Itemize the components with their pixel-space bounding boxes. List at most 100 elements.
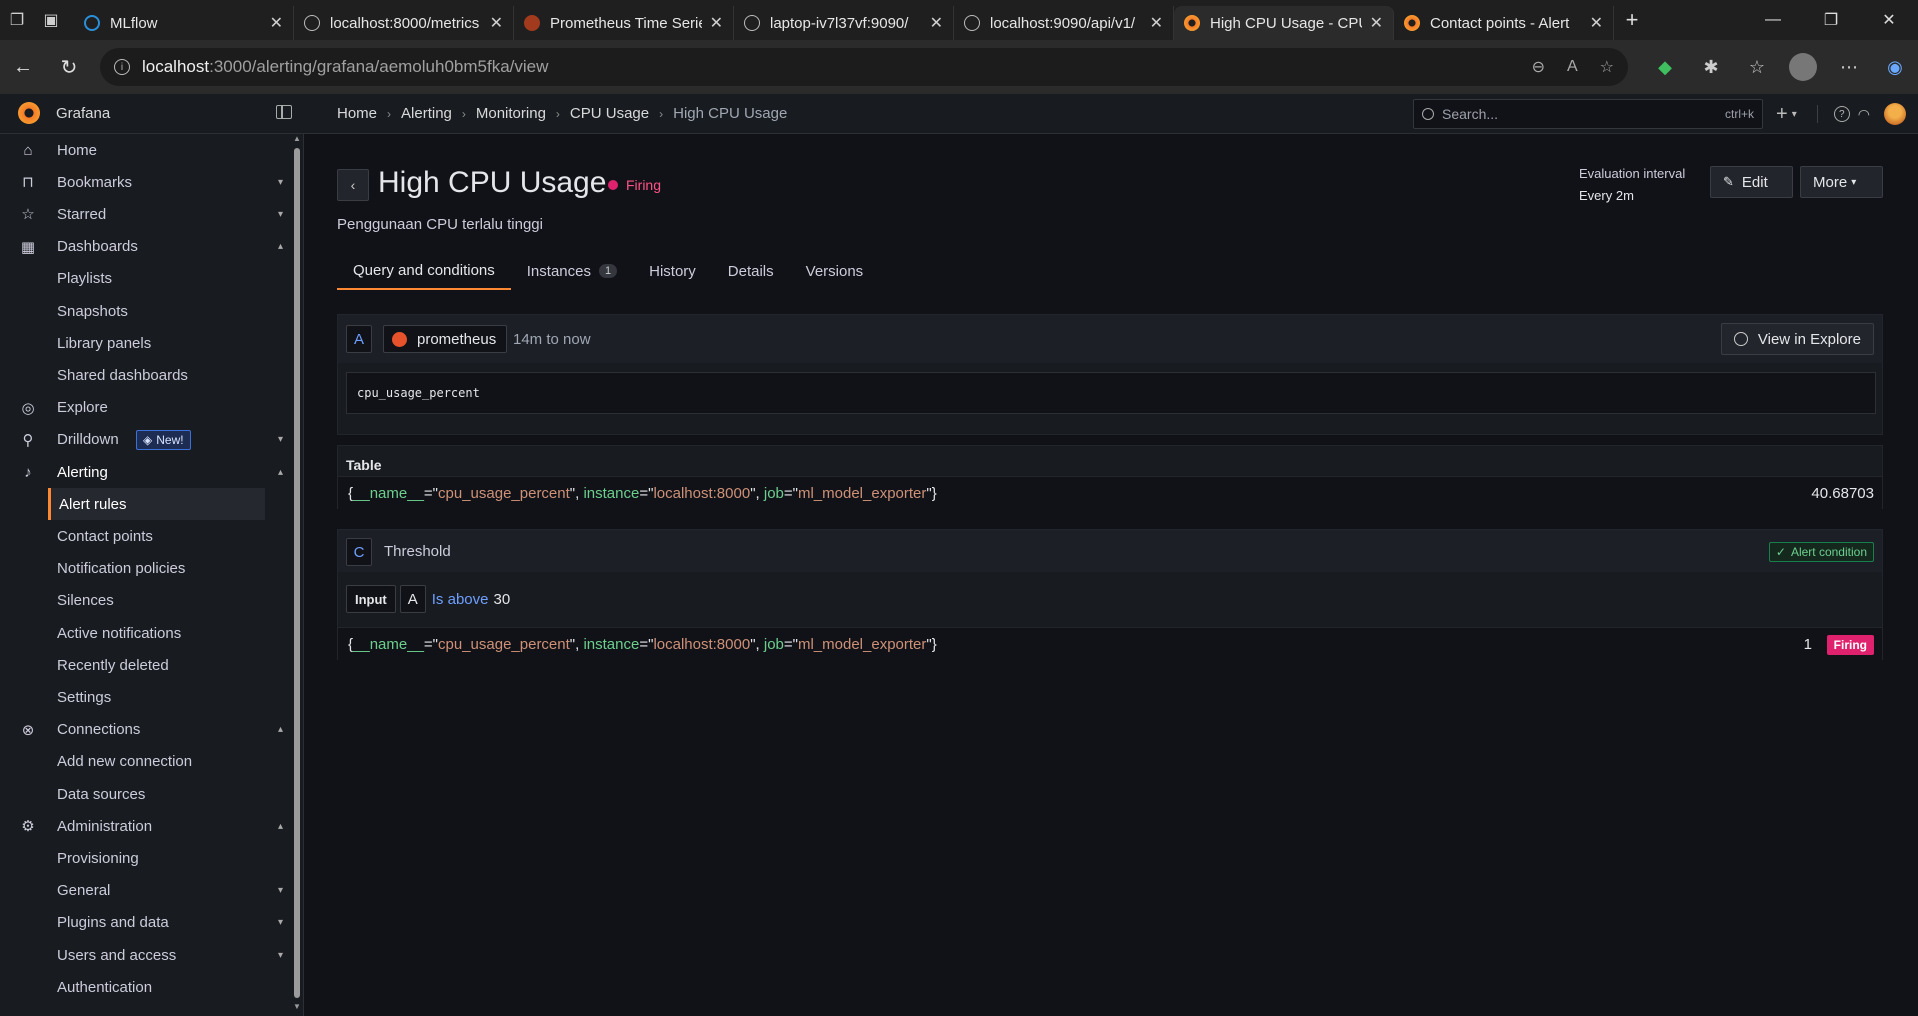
tab-instances[interactable]: Instances 1 — [511, 252, 633, 290]
address-bar[interactable]: i localhost:3000/alerting/grafana/aemolu… — [100, 48, 1628, 86]
window-controls: — ❐ ✕ — [1744, 0, 1918, 40]
sidebar-item-users-and-access[interactable]: Users and access ▾ — [0, 939, 290, 971]
breadcrumb-item[interactable]: Alerting — [401, 105, 452, 122]
search-bar[interactable]: ctrl+k — [1413, 99, 1763, 129]
chevron-down-icon[interactable]: ▾ — [1792, 109, 1797, 120]
close-window-icon[interactable]: ✕ — [1860, 0, 1918, 40]
close-tab-icon[interactable]: ✕ — [710, 13, 723, 33]
sidebar-item-library-panels[interactable]: Library panels — [0, 327, 290, 359]
breadcrumb-item[interactable]: Home — [337, 105, 377, 122]
edit-button[interactable]: ✎ Edit — [1710, 166, 1793, 198]
sidebar-item-alerting[interactable]: ♪ Alerting ▴ — [0, 456, 290, 488]
sidebar-item-bookmarks[interactable]: ⊓ Bookmarks ▾ — [0, 166, 290, 198]
sidebar-scrollbar[interactable] — [294, 148, 300, 998]
extension-shield-icon[interactable]: ◆ — [1642, 57, 1688, 78]
close-tab-icon[interactable]: ✕ — [930, 13, 943, 33]
sidebar-item-playlists[interactable]: Playlists — [0, 263, 290, 295]
add-icon[interactable]: + — [1776, 103, 1788, 126]
tab-actions-icon[interactable]: ▣ — [34, 0, 68, 40]
sidebar-item-home[interactable]: ⌂ Home — [0, 134, 290, 166]
browser-tab[interactable]: localhost:8000/metrics ✕ — [294, 6, 514, 40]
chevron-down-icon[interactable]: ▾ — [278, 209, 283, 220]
browser-tab[interactable]: Prometheus Time Series ✕ — [514, 6, 734, 40]
favorite-star-icon[interactable]: ☆ — [1600, 57, 1614, 77]
user-avatar[interactable] — [1883, 103, 1906, 125]
tab-label: Versions — [805, 262, 864, 280]
sidebar-item-authentication[interactable]: Authentication — [0, 971, 290, 1003]
copilot-icon[interactable]: ◉ — [1872, 57, 1918, 78]
chevron-down-icon[interactable]: ▾ — [278, 434, 283, 445]
search-input[interactable] — [1442, 106, 1725, 122]
favorites-icon[interactable]: ☆ — [1734, 57, 1780, 78]
sidebar-item-alert-rules[interactable]: Alert rules — [48, 488, 265, 521]
close-tab-icon[interactable]: ✕ — [270, 13, 283, 33]
help-icon[interactable]: ? — [1833, 106, 1850, 122]
restore-icon[interactable]: ❐ — [1802, 0, 1860, 40]
new-tab-button[interactable]: + — [1614, 0, 1650, 40]
sidebar-item-general[interactable]: General ▾ — [0, 875, 290, 907]
sidebar-item-provisioning[interactable]: Provisioning — [0, 842, 290, 874]
reload-icon[interactable]: ↻ — [46, 40, 92, 94]
breadcrumb-item[interactable]: CPU Usage — [570, 105, 649, 122]
sidebar-item-connections[interactable]: ⊗ Connections ▴ — [0, 714, 290, 746]
sidebar-item-add-new-connection[interactable]: Add new connection — [0, 746, 290, 778]
news-feed-icon[interactable]: ◠ — [1858, 106, 1870, 123]
sidebar-item-administration[interactable]: ⚙ Administration ▴ — [0, 810, 290, 842]
scroll-down-icon[interactable]: ▼ — [292, 1002, 302, 1011]
sidebar-item-data-sources[interactable]: Data sources — [0, 778, 290, 810]
close-tab-icon[interactable]: ✕ — [490, 13, 503, 33]
site-info-icon[interactable]: i — [114, 59, 130, 75]
view-in-explore-button[interactable]: View in Explore — [1720, 323, 1874, 355]
browser-tab[interactable]: Contact points - Alert ✕ — [1394, 6, 1614, 40]
sidebar-item-explore[interactable]: ◎ Explore — [0, 392, 290, 424]
sidebar-item-starred[interactable]: ☆ Starred ▾ — [0, 198, 290, 230]
scroll-up-icon[interactable]: ▲ — [292, 134, 302, 143]
chevron-down-icon[interactable]: ▾ — [278, 917, 283, 928]
close-tab-icon[interactable]: ✕ — [1150, 13, 1163, 33]
browser-tab[interactable]: High CPU Usage - CPU ✕ — [1174, 6, 1394, 40]
browser-tab-title: localhost:9090/api/v1/ — [990, 14, 1136, 32]
sidebar-item-notification-policies[interactable]: Notification policies — [0, 553, 290, 585]
chevron-up-icon[interactable]: ▴ — [278, 467, 283, 478]
chevron-down-icon[interactable]: ▾ — [278, 950, 283, 961]
close-tab-icon[interactable]: ✕ — [1370, 13, 1383, 33]
sidebar-item-dashboards[interactable]: ▦ Dashboards ▴ — [0, 231, 290, 263]
tab-query-and-conditions[interactable]: Query and conditions — [337, 252, 511, 290]
tab-versions[interactable]: Versions — [790, 252, 880, 290]
zoom-out-icon[interactable]: ⊖ — [1532, 57, 1545, 77]
tab-details[interactable]: Details — [712, 252, 790, 290]
extensions-puzzle-icon[interactable]: ✱ — [1688, 57, 1734, 78]
back-button[interactable]: ‹ — [337, 169, 369, 201]
sidebar-item-shared-dashboards[interactable]: Shared dashboards — [0, 359, 290, 391]
chevron-down-icon[interactable]: ▾ — [278, 177, 283, 188]
chevron-up-icon[interactable]: ▴ — [278, 724, 283, 735]
browser-tab[interactable]: MLflow ✕ — [74, 6, 294, 40]
sidebar-item-label: Explore — [57, 399, 108, 417]
browser-profile-avatar[interactable] — [1789, 53, 1817, 81]
chevron-up-icon[interactable]: ▴ — [278, 821, 283, 832]
sidebar-item-silences[interactable]: Silences — [0, 585, 290, 617]
sidebar-item-drilldown[interactable]: ⚲ Drilldown ◈ New! ▾ — [0, 424, 290, 456]
sidebar-item-contact-points[interactable]: Contact points — [0, 520, 290, 552]
sidebar-item-recently-deleted[interactable]: Recently deleted — [0, 649, 290, 681]
grafana-logo-icon[interactable] — [18, 102, 40, 124]
breadcrumb-item[interactable]: Monitoring — [476, 105, 546, 122]
sidebar-item-snapshots[interactable]: Snapshots — [0, 295, 290, 327]
dock-menu-icon[interactable] — [276, 105, 292, 119]
tab-history[interactable]: History — [633, 252, 712, 290]
chevron-up-icon[interactable]: ▴ — [278, 241, 283, 252]
sidebar-item-settings[interactable]: Settings — [0, 681, 290, 713]
browser-tab[interactable]: laptop-iv7l37vf:9090/ ✕ — [734, 6, 954, 40]
sidebar-item-plugins-and-data[interactable]: Plugins and data ▾ — [0, 907, 290, 939]
close-tab-icon[interactable]: ✕ — [1590, 13, 1603, 33]
more-button[interactable]: More ▾ — [1800, 166, 1883, 198]
more-menu-icon[interactable]: ⋯ — [1826, 57, 1872, 78]
chevron-left-icon: ‹ — [350, 177, 356, 193]
sidebar-item-active-notifications[interactable]: Active notifications — [0, 617, 290, 649]
chevron-down-icon[interactable]: ▾ — [278, 885, 283, 896]
workspaces-icon[interactable]: ❐ — [0, 0, 34, 40]
back-arrow-icon[interactable]: ← — [0, 40, 46, 94]
minimize-icon[interactable]: — — [1744, 0, 1802, 40]
read-aloud-icon[interactable]: A — [1567, 58, 1578, 76]
browser-tab[interactable]: localhost:9090/api/v1/ ✕ — [954, 6, 1174, 40]
